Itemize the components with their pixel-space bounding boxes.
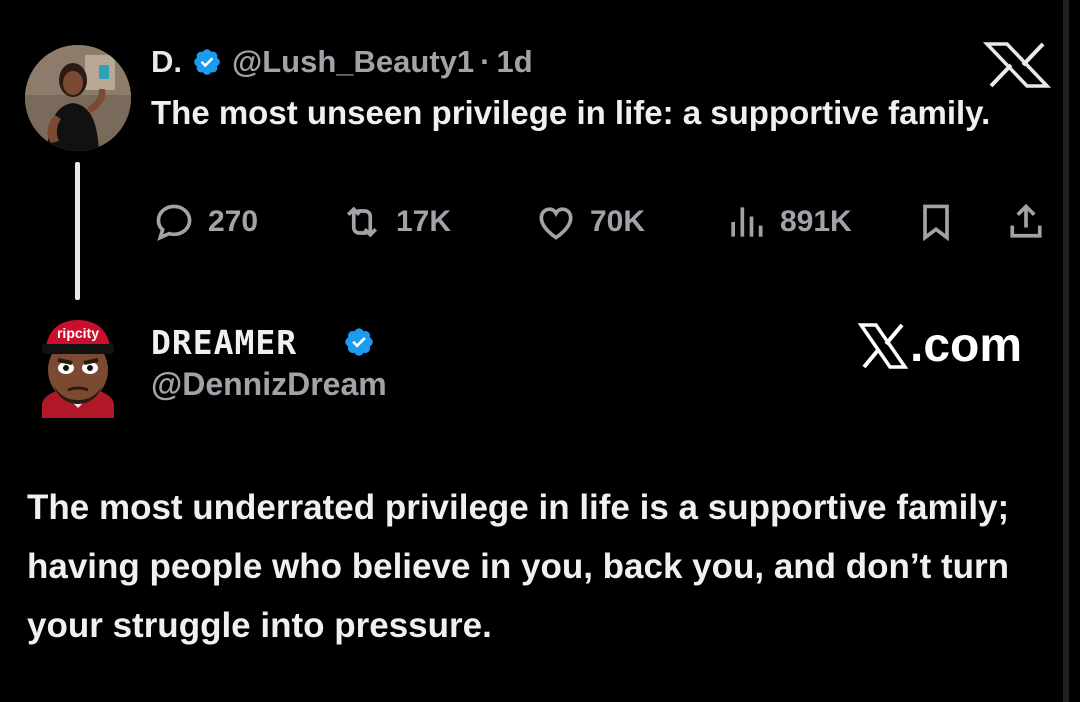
tweet-screenshot: D. @Lush_Beauty1 · 1d The most unseen pr… [0,0,1080,702]
cartoon-avatar: ripcity [42,320,114,418]
avatar-cap-text: ripcity [57,325,99,341]
x-com-label: .com [910,319,1023,372]
repost-count: 17K [396,205,452,238]
like-button[interactable]: 70K [534,197,645,247]
thread-connector [75,162,80,300]
views-count: 891K [780,205,852,238]
profile-photo [25,45,131,151]
reply-count: 270 [208,205,259,238]
heart-icon [539,207,573,240]
x-com-watermark: .com [858,318,1022,373]
display-name[interactable]: D. [151,44,182,80]
like-count: 70K [590,205,646,238]
display-name[interactable]: DREAMER [151,323,297,362]
avatar[interactable] [25,45,131,151]
x-logo-icon [858,322,908,369]
user-handle[interactable]: @Lush_Beauty1 [232,44,474,80]
separator-dot: · [480,44,491,79]
reply-tweet-text: The most underrated privilege in life is… [27,488,1010,645]
user-handle[interactable]: @DennizDream [151,366,387,403]
share-icon[interactable] [1004,200,1048,244]
views-button[interactable]: 891K [724,197,852,247]
scrollbar[interactable] [1063,0,1069,702]
avatar[interactable]: ripcity [28,312,128,418]
verified-badge-icon [194,49,220,75]
views-icon [731,207,763,237]
parent-tweet-text: The most unseen privilege in life: a sup… [151,94,991,131]
timestamp[interactable]: 1d [496,44,532,80]
repost-icon [346,206,378,238]
verified-badge-icon [345,328,373,356]
x-logo-icon[interactable] [983,42,1051,88]
bookmark-icon[interactable] [914,200,958,244]
reply-button[interactable]: 270 [152,197,258,247]
action-bar: 270 17K 70K 891K [152,197,1052,247]
parent-tweet-header: D. @Lush_Beauty1 · 1d [151,40,533,84]
reply-icon [156,204,192,241]
repost-button[interactable]: 17K [340,197,451,247]
